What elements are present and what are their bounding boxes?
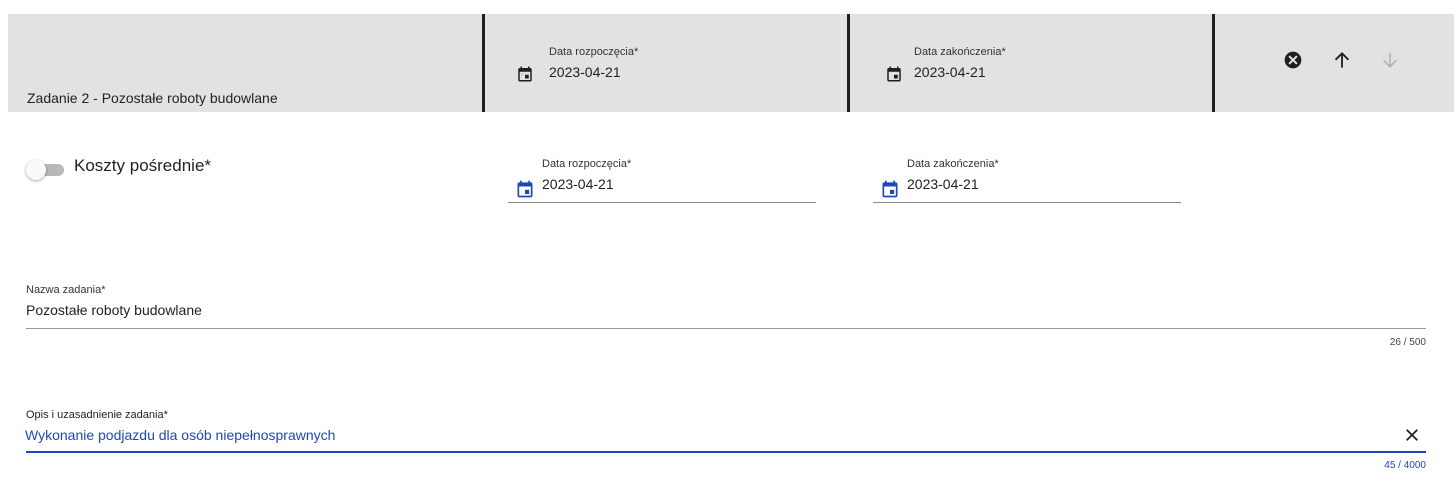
task-description-field[interactable]: Opis i uzasadnienie zadania* Wykonanie p… [25,409,1426,475]
header-start-date-label: Data rozpoczęcia* [549,46,639,58]
task-name-underline [26,328,1426,329]
move-up-button[interactable] [1330,50,1354,74]
end-date-value: 2023-04-21 [907,176,979,192]
calendar-icon[interactable] [516,65,534,83]
end-date-field[interactable]: Data zakończenia* 2023-04-21 [873,158,1183,204]
calendar-icon[interactable] [515,179,533,198]
task-name-label: Nazwa zadania* [26,284,106,296]
task-header: Zadanie 2 - Pozostałe roboty budowlane D… [8,14,1454,112]
remove-task-button[interactable] [1281,50,1305,74]
task-name-value[interactable]: Pozostałe roboty budowlane [26,302,202,318]
start-date-field[interactable]: Data rozpoczęcia* 2023-04-21 [508,158,818,204]
header-end-date-label: Data zakończenia* [914,46,1006,58]
arrow-down-icon [1380,50,1400,75]
header-end-date-value: 2023-04-21 [914,64,986,80]
calendar-icon[interactable] [880,179,898,198]
close-icon [1404,427,1420,448]
indirect-costs-label: Koszty pośrednie* [74,156,212,175]
header-divider [482,14,485,112]
arrow-up-icon [1332,50,1352,75]
task-editor: Zadanie 2 - Pozostałe roboty budowlane D… [0,0,1454,502]
task-description-label: Opis i uzasadnienie zadania* [26,409,168,421]
task-description-underline [26,451,1426,453]
header-divider [847,14,850,112]
task-description-value[interactable]: Wykonanie podjazdu dla osób niepełnospra… [25,427,335,443]
header-start-date[interactable]: Data rozpoczęcia* 2023-04-21 [507,46,807,86]
end-date-label: Data zakończenia* [907,158,999,170]
task-name-counter: 26 / 500 [1389,337,1426,348]
header-divider [1212,14,1215,112]
calendar-icon[interactable] [885,65,903,83]
clear-description-button[interactable] [1400,425,1424,449]
task-title: Zadanie 2 - Pozostałe roboty budowlane [27,90,278,106]
header-end-date[interactable]: Data zakończenia* 2023-04-21 [872,46,1172,86]
task-description-counter: 45 / 4000 [1384,460,1426,471]
cancel-circle-icon [1283,50,1303,75]
start-date-underline [508,202,816,203]
end-date-underline [873,202,1181,203]
move-down-button[interactable] [1378,50,1402,74]
start-date-label: Data rozpoczęcia* [542,158,632,170]
task-name-field[interactable]: Nazwa zadania* Pozostałe roboty budowlan… [26,284,1426,354]
indirect-costs-toggle[interactable] [26,160,66,180]
toggle-thumb [26,160,46,180]
header-start-date-value: 2023-04-21 [549,64,621,80]
start-date-value: 2023-04-21 [542,176,614,192]
